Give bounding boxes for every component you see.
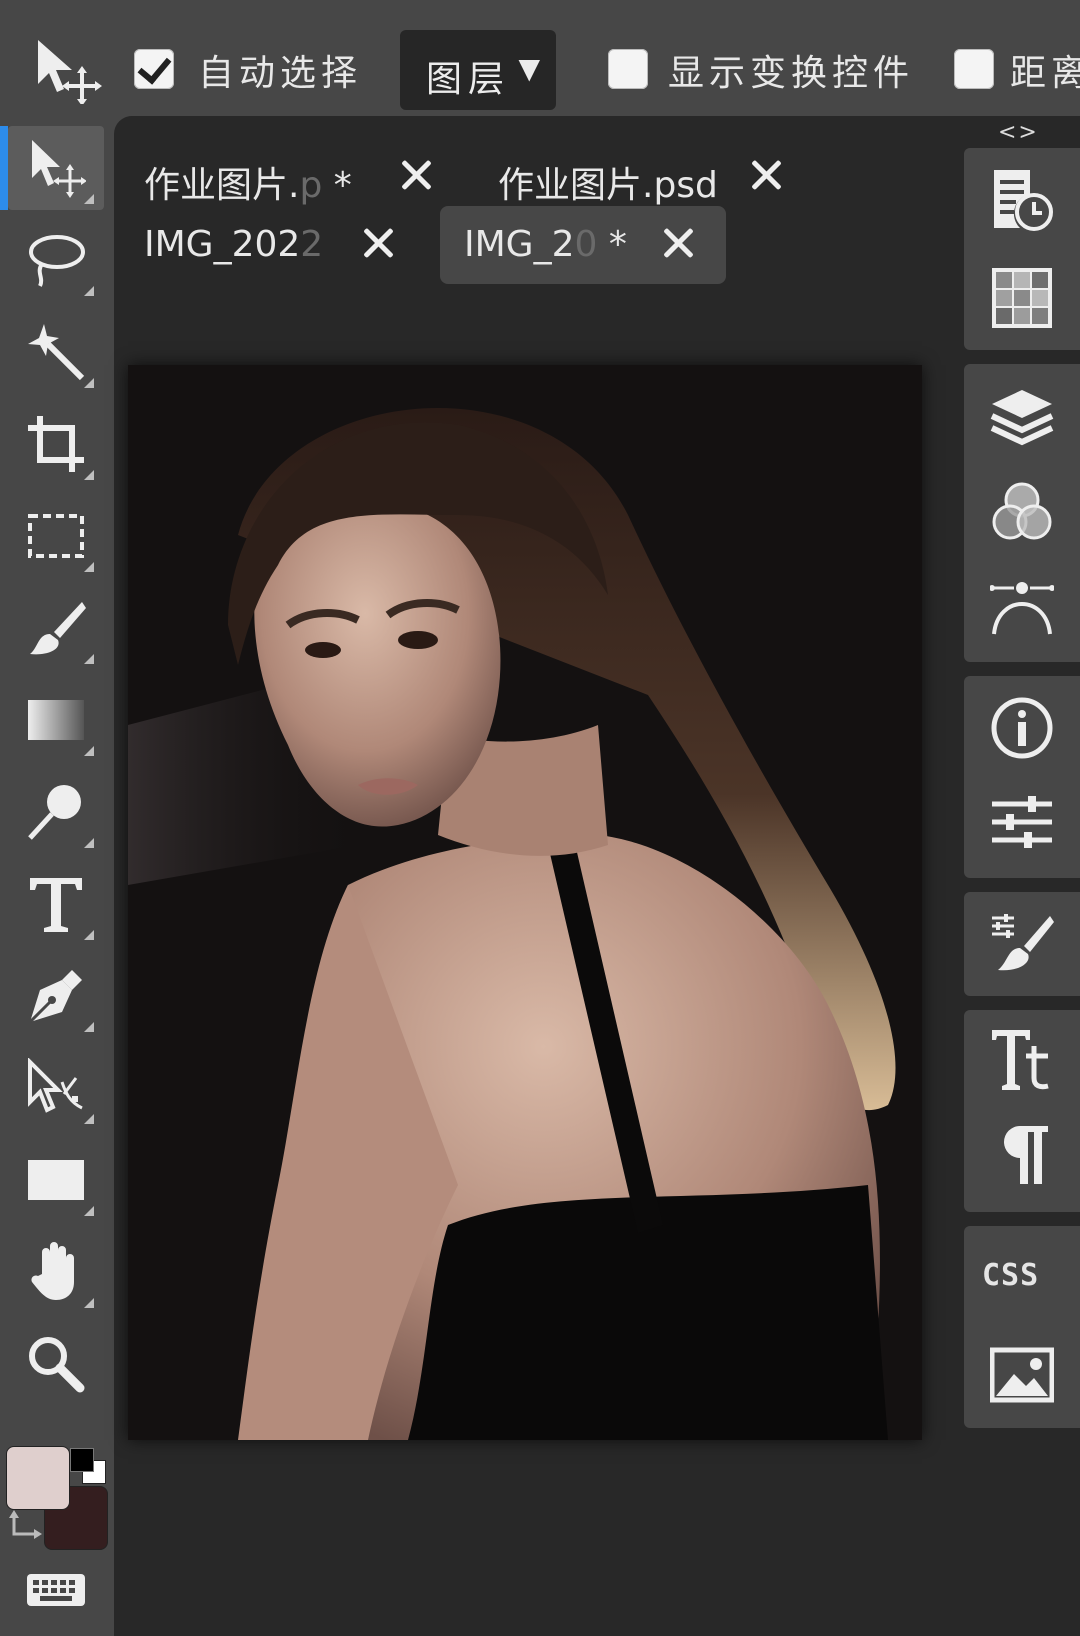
panel-group-6: CSS: [964, 1226, 1080, 1428]
magic-wand-icon: [28, 324, 85, 381]
panel-group-5: [964, 1010, 1080, 1212]
brush-tool[interactable]: [8, 586, 104, 670]
panel-group-3: [964, 676, 1080, 878]
brush-settings-icon[interactable]: [990, 912, 1054, 976]
text-tool[interactable]: [8, 862, 104, 946]
auto-select-label: 自动选择: [198, 53, 363, 94]
collapse-panels-button[interactable]: <>: [998, 120, 1039, 145]
panel-group-4: [964, 892, 1080, 996]
character-icon[interactable]: [990, 1028, 1054, 1092]
gradient-tool[interactable]: [8, 678, 104, 762]
pen-icon: [28, 970, 82, 1024]
close-tab-icon[interactable]: [658, 218, 698, 266]
document-area: 作业图片.p * 作业图片.psd IMG_2022 IMG_20 *: [114, 116, 962, 1636]
adjustments-icon[interactable]: [990, 790, 1054, 854]
default-colors-icon[interactable]: [68, 1446, 108, 1486]
tab-title: IMG_20 *: [464, 224, 627, 265]
keyboard-icon[interactable]: [26, 1570, 86, 1610]
auto-select-checkbox[interactable]: [134, 49, 174, 89]
swap-colors-icon[interactable]: [8, 1510, 44, 1546]
image-icon[interactable]: [989, 1344, 1055, 1408]
close-tab-icon[interactable]: [358, 218, 398, 266]
dodge-tool[interactable]: [8, 770, 104, 854]
hand-icon: [31, 1242, 75, 1300]
move-icon: [32, 140, 86, 198]
text-icon: [30, 878, 82, 932]
hand-tool[interactable]: [8, 1230, 104, 1314]
rectangle-icon: [28, 1160, 84, 1200]
canvas-image[interactable]: [128, 365, 922, 1440]
portrait-photo: [128, 365, 922, 1440]
brush-icon: [30, 602, 86, 655]
marquee-tool[interactable]: [8, 494, 104, 578]
tab-title: 作业图片.p *: [144, 165, 352, 206]
foreground-color-swatch[interactable]: [6, 1446, 70, 1510]
info-icon[interactable]: [990, 696, 1054, 760]
show-transform-label: 显示变换控件: [668, 53, 915, 94]
tab-title: IMG_2022: [144, 224, 324, 265]
marquee-icon: [28, 514, 84, 558]
swatches-icon[interactable]: [990, 266, 1054, 330]
rectangle-tool[interactable]: [8, 1138, 104, 1222]
path-select-icon: [28, 1058, 83, 1113]
panel-group-2: [964, 364, 1080, 662]
tab-document-3[interactable]: IMG_2022: [120, 206, 414, 284]
magic-wand-tool[interactable]: [8, 310, 104, 394]
tab-title: 作业图片.psd: [498, 165, 718, 206]
tab-document-2[interactable]: 作业图片.psd: [474, 138, 794, 216]
options-bar: 自动选择 图层 ▼ 显示变换控件 距离: [0, 0, 1080, 116]
tools-panel: [0, 116, 114, 1636]
crop-tool[interactable]: [8, 402, 104, 486]
paths-icon[interactable]: [989, 574, 1055, 638]
move-tool-indicator-icon: [30, 36, 102, 106]
dodge-icon: [28, 785, 81, 840]
tab-document-1[interactable]: 作业图片.p *: [120, 138, 440, 216]
path-select-tool[interactable]: [8, 1046, 104, 1130]
crop-icon: [28, 416, 84, 472]
layers-icon[interactable]: [990, 386, 1054, 450]
css-icon[interactable]: CSS: [982, 1258, 1039, 1293]
channels-icon[interactable]: [990, 480, 1054, 544]
close-tab-icon[interactable]: [396, 150, 436, 198]
distance-checkbox[interactable]: [954, 49, 994, 89]
paragraph-icon[interactable]: [990, 1122, 1054, 1186]
dropdown-arrow-icon: ▼: [518, 52, 540, 85]
zoom-tool[interactable]: [8, 1322, 104, 1406]
lasso-tool[interactable]: [8, 218, 104, 302]
distance-label: 距离: [1010, 53, 1080, 94]
panel-group-1: [964, 148, 1080, 350]
move-tool[interactable]: [0, 126, 104, 210]
pen-tool[interactable]: [8, 954, 104, 1038]
layer-dropdown-value: 图层: [426, 59, 511, 100]
tab-document-4-active[interactable]: IMG_20 *: [440, 206, 726, 284]
gradient-icon: [28, 700, 84, 740]
history-icon[interactable]: [990, 168, 1054, 232]
layer-dropdown[interactable]: 图层 ▼: [400, 30, 556, 110]
show-transform-checkbox[interactable]: [608, 49, 648, 89]
lasso-icon: [29, 235, 85, 287]
zoom-icon: [29, 1337, 85, 1393]
close-tab-icon[interactable]: [746, 150, 786, 198]
